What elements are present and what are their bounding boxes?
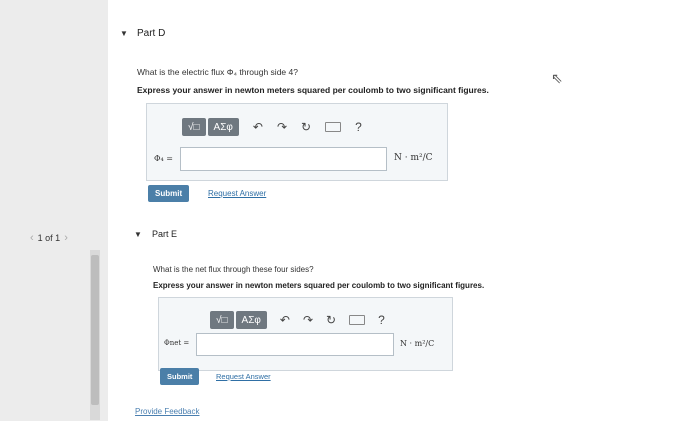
undo-icon[interactable]: ↶ [253, 120, 263, 134]
part-e-instruction: Express your answer in newton meters squ… [153, 281, 485, 290]
mouse-cursor-icon: ⇖ [551, 70, 563, 86]
scrollbar-thumb[interactable] [91, 255, 99, 405]
part-e-title: Part E [152, 229, 178, 239]
provide-feedback-link[interactable]: Provide Feedback [135, 407, 199, 416]
redo-icon[interactable]: ↷ [277, 120, 287, 134]
part-e-collapse-icon[interactable]: ▼ [134, 230, 142, 239]
part-e-unit: N · m²/C [400, 339, 435, 348]
part-d-toolbar: √□ ΑΣφ ↶ ↷ ↻ ? [182, 118, 362, 136]
part-d-submit-button[interactable]: Submit [148, 185, 190, 202]
part-d-variable-label: Φ₄ = [154, 154, 174, 163]
undo-icon[interactable]: ↶ [280, 313, 290, 327]
part-d-answer-input[interactable] [180, 147, 387, 171]
part-e-template-button[interactable]: √□ [210, 311, 234, 329]
part-e-request-answer-link[interactable]: Request Answer [216, 372, 271, 381]
part-d-title: Part D [137, 28, 166, 39]
part-e-submit-button[interactable]: Submit [160, 368, 200, 385]
part-e-toolbar: √□ ΑΣφ ↶ ↷ ↻ ? [210, 311, 385, 329]
part-e-greek-button[interactable]: ΑΣφ [235, 311, 267, 329]
part-d-template-button[interactable]: √□ [182, 118, 206, 136]
help-icon[interactable]: ? [378, 313, 385, 327]
part-d-request-answer-link[interactable]: Request Answer [208, 189, 266, 198]
part-d-collapse-icon[interactable]: ▼ [120, 29, 128, 38]
pager-next-icon[interactable]: › [64, 232, 68, 244]
reset-icon[interactable]: ↻ [326, 313, 336, 327]
pager-prev-icon[interactable]: ‹ [30, 232, 34, 244]
part-d-instruction: Express your answer in newton meters squ… [137, 85, 489, 95]
part-e-answer-input[interactable] [196, 333, 394, 356]
part-d-greek-button[interactable]: ΑΣφ [207, 118, 239, 136]
reset-icon[interactable]: ↻ [301, 120, 311, 134]
scrollbar[interactable] [90, 250, 100, 420]
part-d-unit: N · m²/C [394, 153, 433, 163]
keyboard-icon[interactable] [349, 315, 366, 325]
pager: ‹ 1 of 1 › [30, 232, 68, 244]
part-e-variable-label: Φnet = [164, 339, 190, 347]
help-icon[interactable]: ? [355, 120, 362, 134]
part-e-question: What is the net flux through these four … [153, 265, 314, 274]
keyboard-icon[interactable] [325, 122, 342, 132]
pager-label: 1 of 1 [37, 233, 61, 243]
redo-icon[interactable]: ↷ [303, 313, 313, 327]
part-d-question: What is the electric flux Φ₄ through sid… [137, 67, 298, 77]
